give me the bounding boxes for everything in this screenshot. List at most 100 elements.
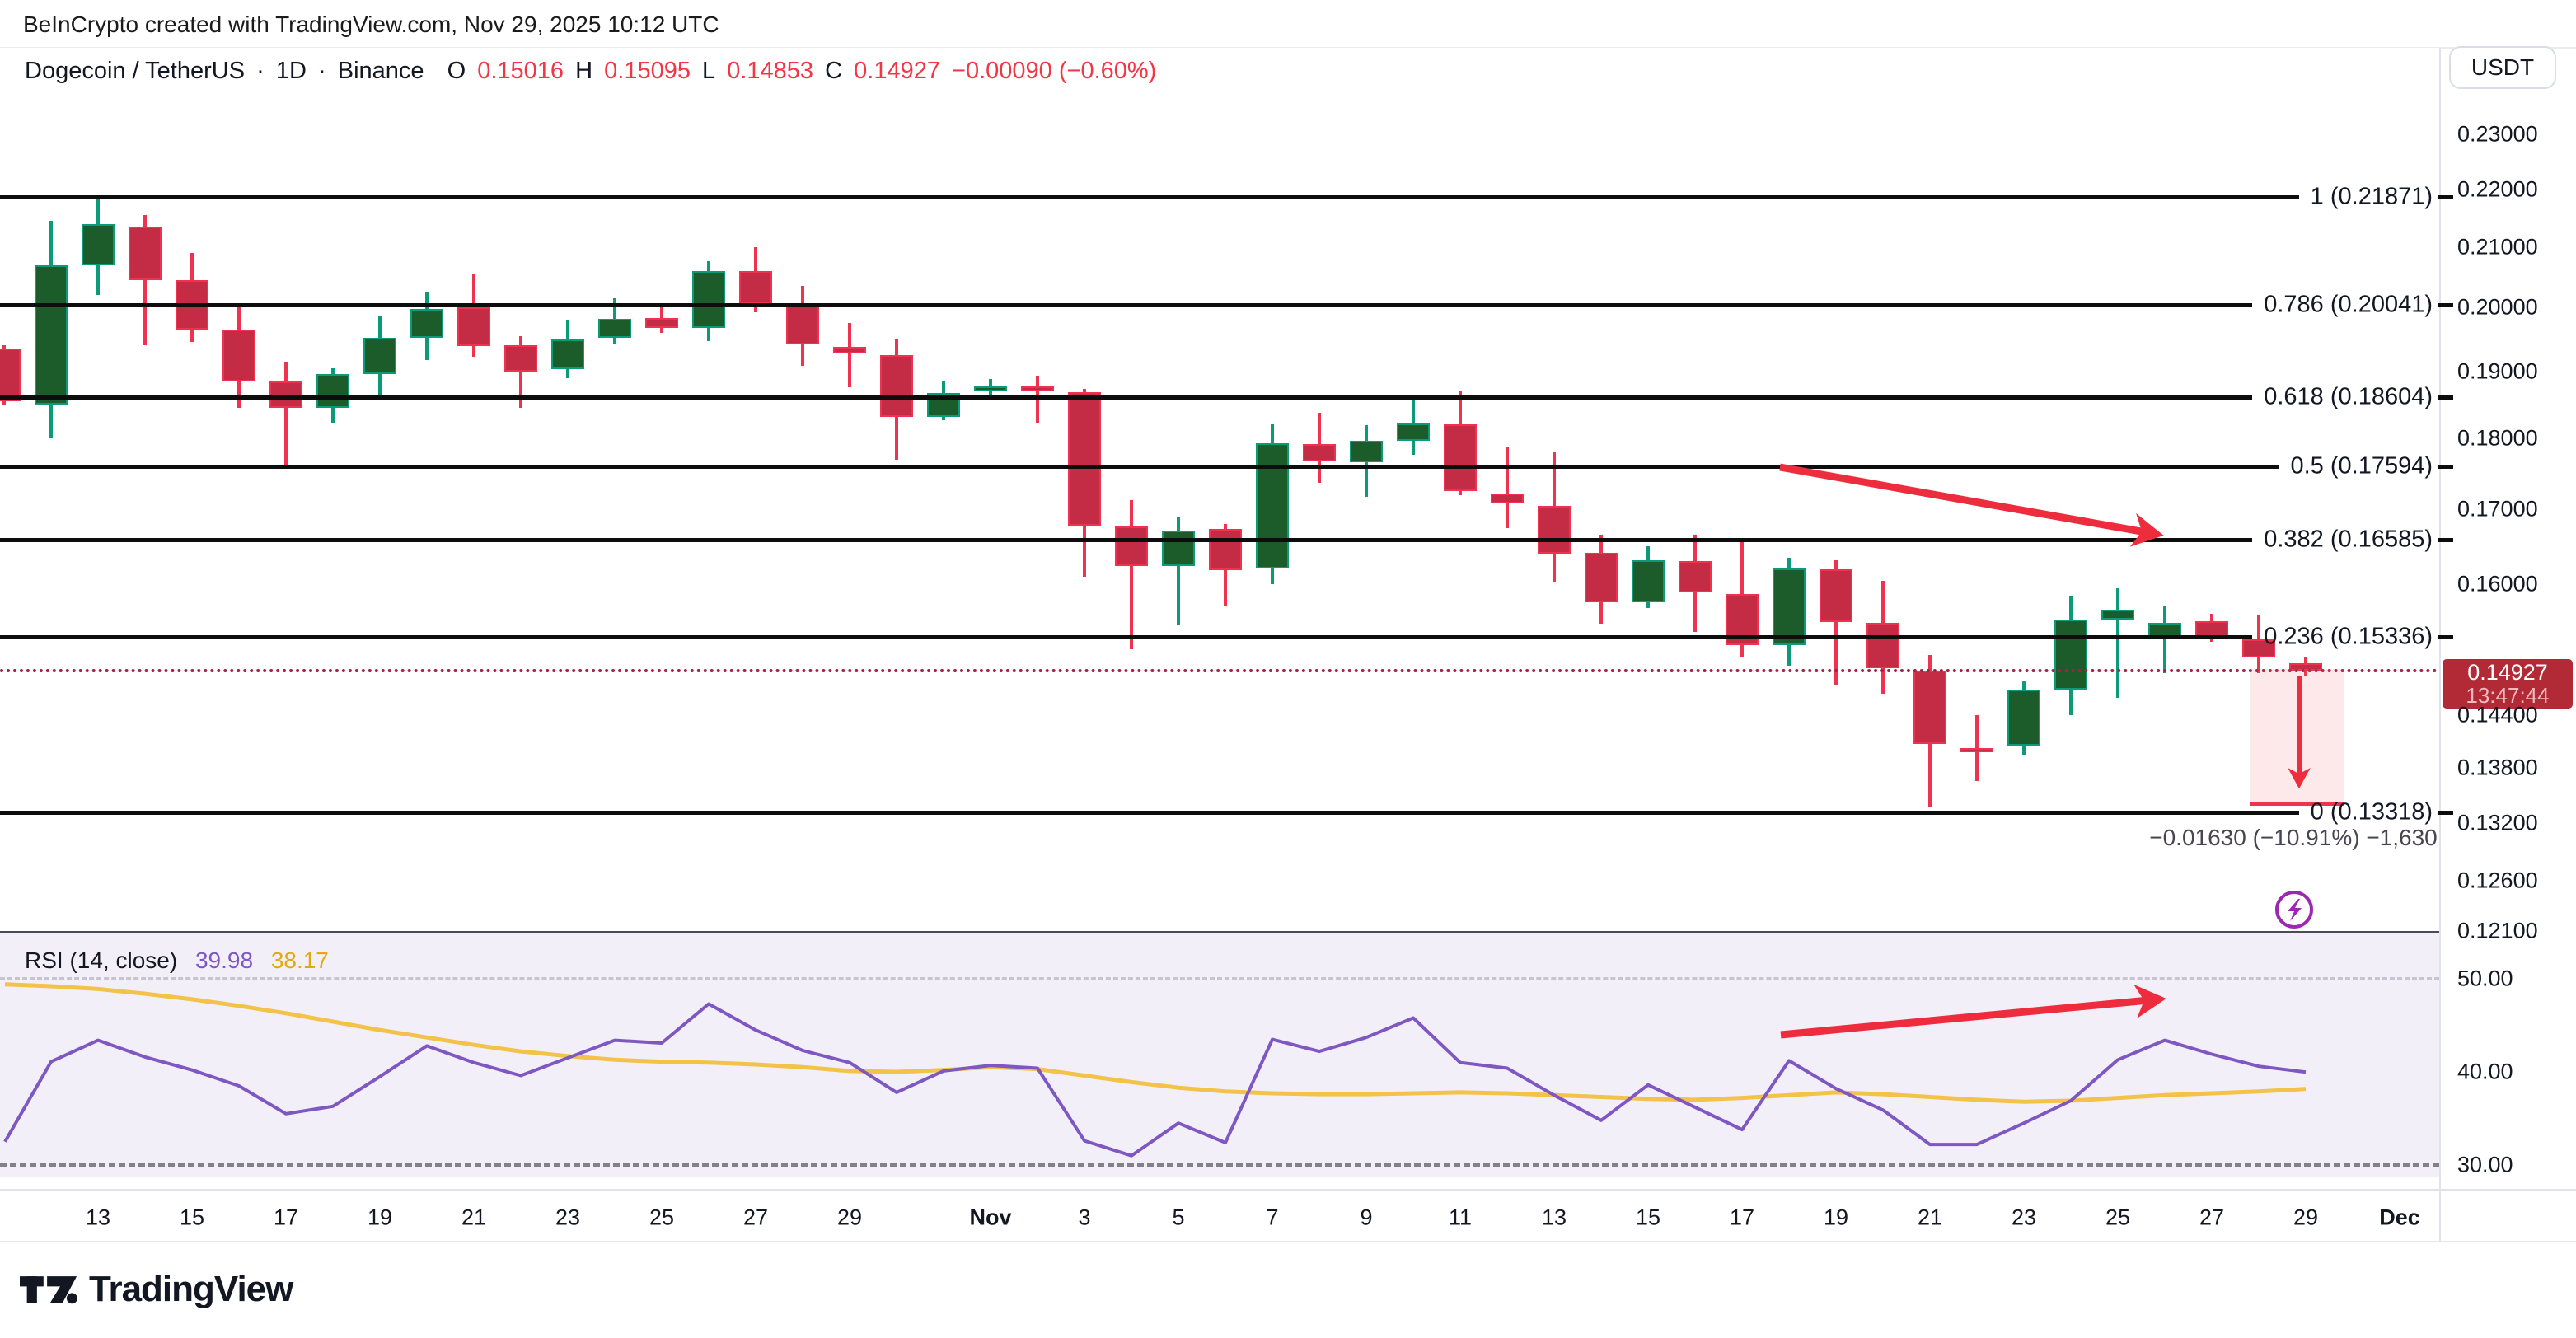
interval-label[interactable]: 1D (276, 58, 307, 84)
candle-body (1538, 506, 1571, 554)
fib-level-label[interactable]: 0.236 (0.15336) (2264, 624, 2433, 651)
fib-level-label[interactable]: 0.382 (0.16585) (2264, 526, 2433, 554)
time-axis-label: 19 (368, 1205, 392, 1231)
candle-body (1350, 441, 1383, 462)
time-axis-label: 9 (1360, 1205, 1372, 1231)
symbol-legend[interactable]: Dogecoin / TetherUS · 1D · Binance O 0.1… (25, 58, 1161, 85)
price-scale-label: 0.13200 (2457, 810, 2538, 835)
price-scale-label: 0.14400 (2457, 702, 2538, 727)
time-axis-divider (0, 1189, 2576, 1191)
fib-level-label[interactable]: 0 (0.13318) (2311, 798, 2433, 826)
price-scale-label: 0.17000 (2457, 497, 2538, 522)
fib-level-tick (2438, 538, 2453, 542)
candle-body (551, 339, 584, 370)
close-key: C (825, 58, 842, 84)
candle-body (35, 265, 68, 405)
tradingview-logo-icon (20, 1265, 79, 1313)
chart-window: BeInCrypto created with TradingView.com,… (0, 0, 2576, 1338)
candle-body (82, 224, 115, 265)
candle-body (645, 318, 678, 327)
rsi-legend[interactable]: RSI (14, close) 39.98 38.17 (25, 947, 329, 974)
fib-level-tick (2438, 195, 2453, 199)
time-axis-label: 29 (2293, 1205, 2318, 1231)
price-scale-label: 0.21000 (2457, 234, 2538, 260)
candle-body (1913, 671, 1946, 744)
candle-body (1773, 568, 1806, 645)
price-scale-label: 0.22000 (2457, 176, 2538, 202)
candle-body (316, 374, 349, 408)
fib-level-line[interactable] (0, 303, 2252, 307)
tradingview-logo[interactable]: TradingView (20, 1265, 293, 1313)
candle-body (363, 338, 396, 374)
fib-level-line[interactable] (0, 465, 2279, 469)
candle-body (457, 307, 490, 346)
fib-level-line[interactable] (0, 395, 2252, 400)
branding-header: BeInCrypto created with TradingView.com,… (23, 12, 719, 38)
rsi-scale-label: 30.00 (2457, 1153, 2513, 1178)
time-axis-label: Dec (2379, 1205, 2420, 1231)
fib-level-label[interactable]: 1 (0.21871) (2311, 183, 2433, 210)
rsi-title[interactable]: RSI (14, close) (25, 947, 177, 973)
rsi-pane[interactable] (0, 933, 2439, 1177)
price-scale-label: 0.18000 (2457, 426, 2538, 451)
fib-level-tick (2438, 303, 2453, 307)
candle-body (1585, 553, 1618, 602)
candle-body (1820, 569, 1852, 623)
time-axis-label: 25 (649, 1205, 674, 1231)
candle-wick (1130, 500, 1133, 648)
time-axis-label: 15 (180, 1205, 204, 1231)
candle-body (974, 386, 1007, 391)
fib-level-label[interactable]: 0.5 (0.17594) (2290, 453, 2433, 480)
last-price-line (0, 669, 2439, 672)
fib-level-line[interactable] (0, 538, 2252, 542)
low-value: 0.14853 (727, 58, 813, 84)
candle-body (1491, 494, 1524, 503)
tradingview-logo-text: TradingView (89, 1269, 293, 1310)
symbol-name[interactable]: Dogecoin / TetherUS (25, 58, 245, 84)
candle-body (1866, 623, 1899, 667)
measurement-label: −0.01630 (−10.91%) −1,630 (2149, 825, 2438, 851)
candle-body (1068, 392, 1101, 525)
time-axis-label: Nov (969, 1205, 1011, 1231)
price-scale-label: 0.12600 (2457, 868, 2538, 894)
close-value: 0.14927 (854, 58, 940, 84)
exchange-label[interactable]: Binance (338, 58, 424, 84)
open-key: O (447, 58, 466, 84)
candle-body (1303, 444, 1336, 461)
candle-body (2101, 610, 2134, 620)
candle-body (692, 271, 725, 329)
candle-wick (2116, 588, 2119, 698)
candle-body (129, 227, 162, 280)
candle-body (222, 330, 255, 381)
candle-wick (284, 362, 288, 466)
candle-body (1021, 386, 1054, 391)
candle-body (1960, 748, 1993, 751)
time-axis-label: 29 (837, 1205, 862, 1231)
rsi-50-gridline (0, 977, 2439, 980)
candle-body (410, 309, 443, 338)
fib-level-label[interactable]: 0.618 (0.18604) (2264, 384, 2433, 411)
candle-wick (848, 323, 851, 386)
fib-level-tick (2438, 635, 2453, 639)
currency-toggle-button[interactable]: USDT (2449, 46, 2556, 89)
rsi-ma-value: 38.17 (271, 947, 329, 973)
fib-level-line[interactable] (0, 195, 2299, 199)
fib-level-label[interactable]: 0.786 (0.20041) (2264, 292, 2433, 319)
price-scale-label: 0.16000 (2457, 572, 2538, 597)
time-axis-label: 23 (2012, 1205, 2036, 1231)
fib-level-line[interactable] (0, 811, 2299, 815)
time-axis-label: 21 (1918, 1205, 1942, 1231)
last-price-value: 0.14927 (2467, 661, 2548, 684)
rsi-scale-label: 40.00 (2457, 1060, 2513, 1085)
candle-body (1209, 529, 1242, 569)
price-axis-divider (2439, 48, 2441, 1242)
candle-body (1632, 560, 1665, 602)
time-axis-label: 25 (2105, 1205, 2130, 1231)
candle-body (2054, 620, 2087, 690)
measurement-box (2250, 669, 2344, 804)
last-price-badge: 0.14927 13:47:44 (2443, 659, 2573, 709)
time-axis-label: 3 (1078, 1205, 1090, 1231)
fib-level-line[interactable] (0, 635, 2252, 639)
currency-toggle-label: USDT (2471, 54, 2534, 81)
price-chart-pane[interactable] (0, 48, 2439, 933)
